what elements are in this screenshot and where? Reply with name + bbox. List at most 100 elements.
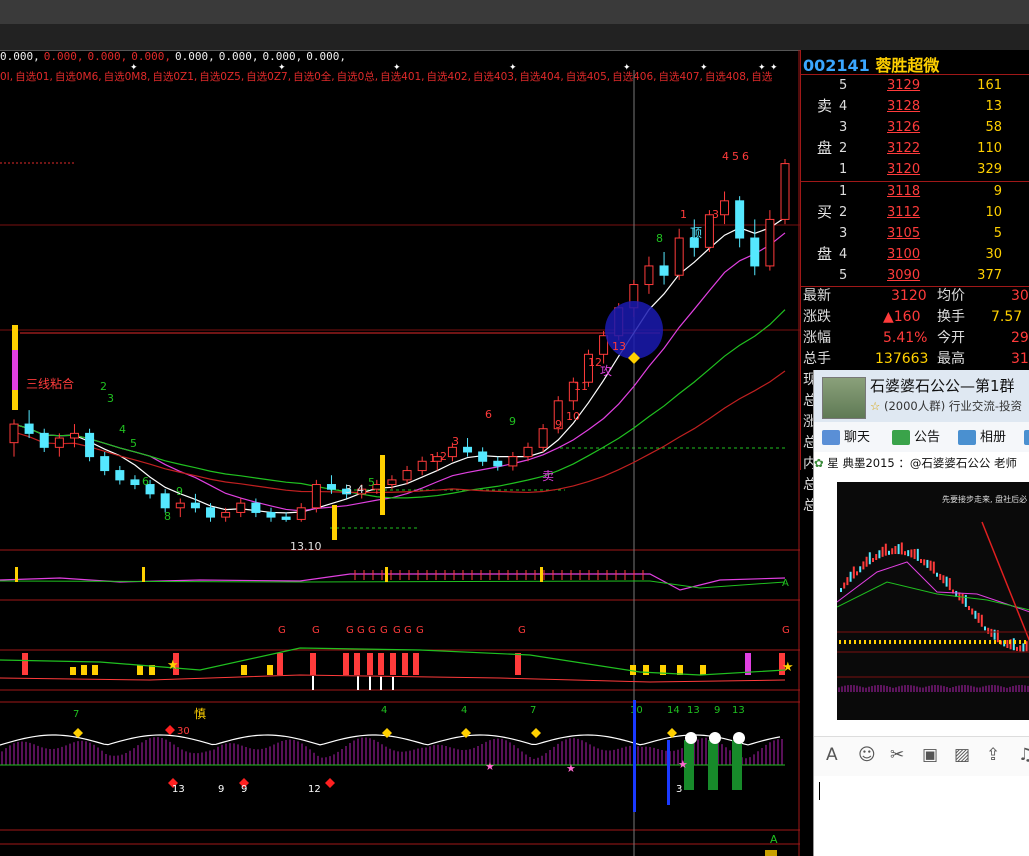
indicator-bar <box>277 653 283 675</box>
candle-body <box>674 237 684 276</box>
thumb-bar <box>854 640 856 644</box>
oscillator-label: 13 <box>172 784 185 795</box>
candle-body <box>493 460 503 467</box>
sequence-count: 4 <box>357 483 364 496</box>
star-icon: ★ <box>566 762 576 775</box>
toolbar-icon[interactable]: ♫ <box>1018 745 1029 765</box>
diamond-marker <box>531 728 541 738</box>
marker-star: ✦ <box>623 63 631 73</box>
thumb-candle <box>948 578 951 591</box>
oscillator-label: 7 <box>73 709 79 720</box>
thumb-bar <box>1009 640 1011 644</box>
star-icon: ★ <box>782 660 794 675</box>
star-icon: ★ <box>678 758 688 771</box>
sell-row[interactable]: 3 3126 58 <box>839 117 1029 138</box>
buy-label-1: 买 <box>817 203 833 221</box>
marker-star: ✦ <box>758 63 766 73</box>
sell-vol: 13 <box>985 99 1002 114</box>
thumb-bar <box>879 640 881 644</box>
thumb-bar <box>984 640 986 644</box>
tab-chat[interactable]: 聊天 <box>822 427 870 449</box>
sell-price: 3128 <box>887 99 921 114</box>
toolbar-icon[interactable]: ☺ <box>858 745 876 765</box>
candle-body <box>100 456 110 472</box>
thumb-bar <box>859 640 861 644</box>
indicator-bar <box>267 665 273 675</box>
indicator-bar <box>700 665 706 675</box>
sell-row[interactable]: 2 3122 110 <box>839 138 1029 159</box>
toolbar-icon[interactable]: A <box>826 745 838 765</box>
buy-row[interactable]: 1 3118 9 <box>839 181 1029 202</box>
tab-more[interactable] <box>1024 427 1029 449</box>
signal-bar <box>633 700 636 812</box>
thumb-bar <box>1014 640 1016 644</box>
ma60-line <box>13 370 786 494</box>
buy-row[interactable]: 2 3112 10 <box>839 202 1029 223</box>
buy-price: 3100 <box>887 247 921 262</box>
sell-row[interactable]: 1 3120 329 <box>839 159 1029 180</box>
thumb-bar <box>869 640 871 644</box>
indicator-bar <box>357 676 359 690</box>
indicator-bar <box>81 665 87 675</box>
oscillator-label: 12 <box>308 784 321 795</box>
tab-album[interactable]: 相册 <box>958 427 1006 449</box>
target-icon <box>709 732 721 744</box>
sell-vol: 329 <box>977 162 1002 177</box>
sell-vol: 110 <box>977 141 1002 156</box>
sell-book: 卖 盘 5 3129 161 4 3128 13 3 3126 58 2 3122 110 1 3120 3… <box>801 75 1029 181</box>
g-marker: G <box>404 625 412 636</box>
g-marker: G <box>782 625 790 636</box>
chat-notice-bar[interactable]: ✿ 星 典墨2015 ：@石婆婆石公公 老师 <box>814 452 1029 475</box>
thumb-bar <box>929 640 931 644</box>
thumb-bar <box>894 640 896 644</box>
thumb-bar <box>1019 640 1021 644</box>
buy-price: 3118 <box>887 184 921 199</box>
sell-row[interactable]: 5 3129 161 <box>839 75 1029 96</box>
buy-row[interactable]: 5 3090 377 <box>839 265 1029 286</box>
toolbar-icon[interactable]: ✂ <box>890 745 904 765</box>
signal-bar <box>765 850 777 856</box>
toolbar-icon[interactable]: ▣ <box>922 745 938 765</box>
pct-label: 涨幅 <box>803 330 831 346</box>
candle-body <box>24 423 34 434</box>
sequence-count: 3 <box>712 208 719 221</box>
sell-level: 2 <box>839 141 848 156</box>
sell-level: 3 <box>839 120 848 135</box>
candle-body <box>447 446 457 458</box>
candle-body <box>85 432 95 458</box>
qq-group-chat-window[interactable]: 石婆婆石公公—第1群 ☆ (2000人群) 行业交流-投资 聊天 公告 相册 ✿… <box>813 370 1029 856</box>
kline-chart[interactable]: 三线粘合13.10顶卖攻慎141445623456983451236991011… <box>0 50 800 856</box>
g-marker: G <box>380 625 388 636</box>
sequence-count: 5 <box>368 476 375 489</box>
message-input[interactable] <box>814 776 1029 856</box>
tab-notice[interactable]: 公告 <box>892 427 940 449</box>
indicator-bar <box>380 676 382 690</box>
avg-value: 305 <box>1011 288 1029 304</box>
target-icon <box>733 732 745 744</box>
buy-row[interactable]: 3 3105 5 <box>839 223 1029 244</box>
thumb-candle <box>868 552 871 565</box>
thumb-candle <box>968 606 970 611</box>
buy-row[interactable]: 4 3100 30 <box>839 244 1029 265</box>
thumb-bar <box>899 640 901 644</box>
message-area[interactable]: 先要接步走来, 盘社后必 <box>814 474 1029 736</box>
candle-body <box>402 470 412 481</box>
sell-row[interactable]: 4 3128 13 <box>839 96 1029 117</box>
group-avatar[interactable] <box>822 377 866 419</box>
ma10-line <box>13 232 786 512</box>
sequence-count: 10 <box>566 410 580 423</box>
toolbar-icon[interactable]: ▨ <box>954 745 970 765</box>
group-name[interactable]: 石婆婆石公公—第1群 <box>870 375 1015 396</box>
thumb-candle <box>926 559 929 568</box>
thumb-bar <box>974 640 976 644</box>
thumb-candle <box>913 549 916 560</box>
candle-body <box>417 460 427 472</box>
oscillator-label: 13 <box>687 705 700 716</box>
marker-star: ✦ <box>393 63 401 73</box>
candle-body <box>523 446 533 458</box>
shared-chart-image[interactable]: 先要接步走来, 盘社后必 <box>837 482 1029 720</box>
candle-body <box>765 218 775 267</box>
thumb-candle <box>990 628 993 637</box>
buy-label-2: 盘 <box>817 245 833 263</box>
toolbar-icon[interactable]: ⇪ <box>986 745 1000 765</box>
